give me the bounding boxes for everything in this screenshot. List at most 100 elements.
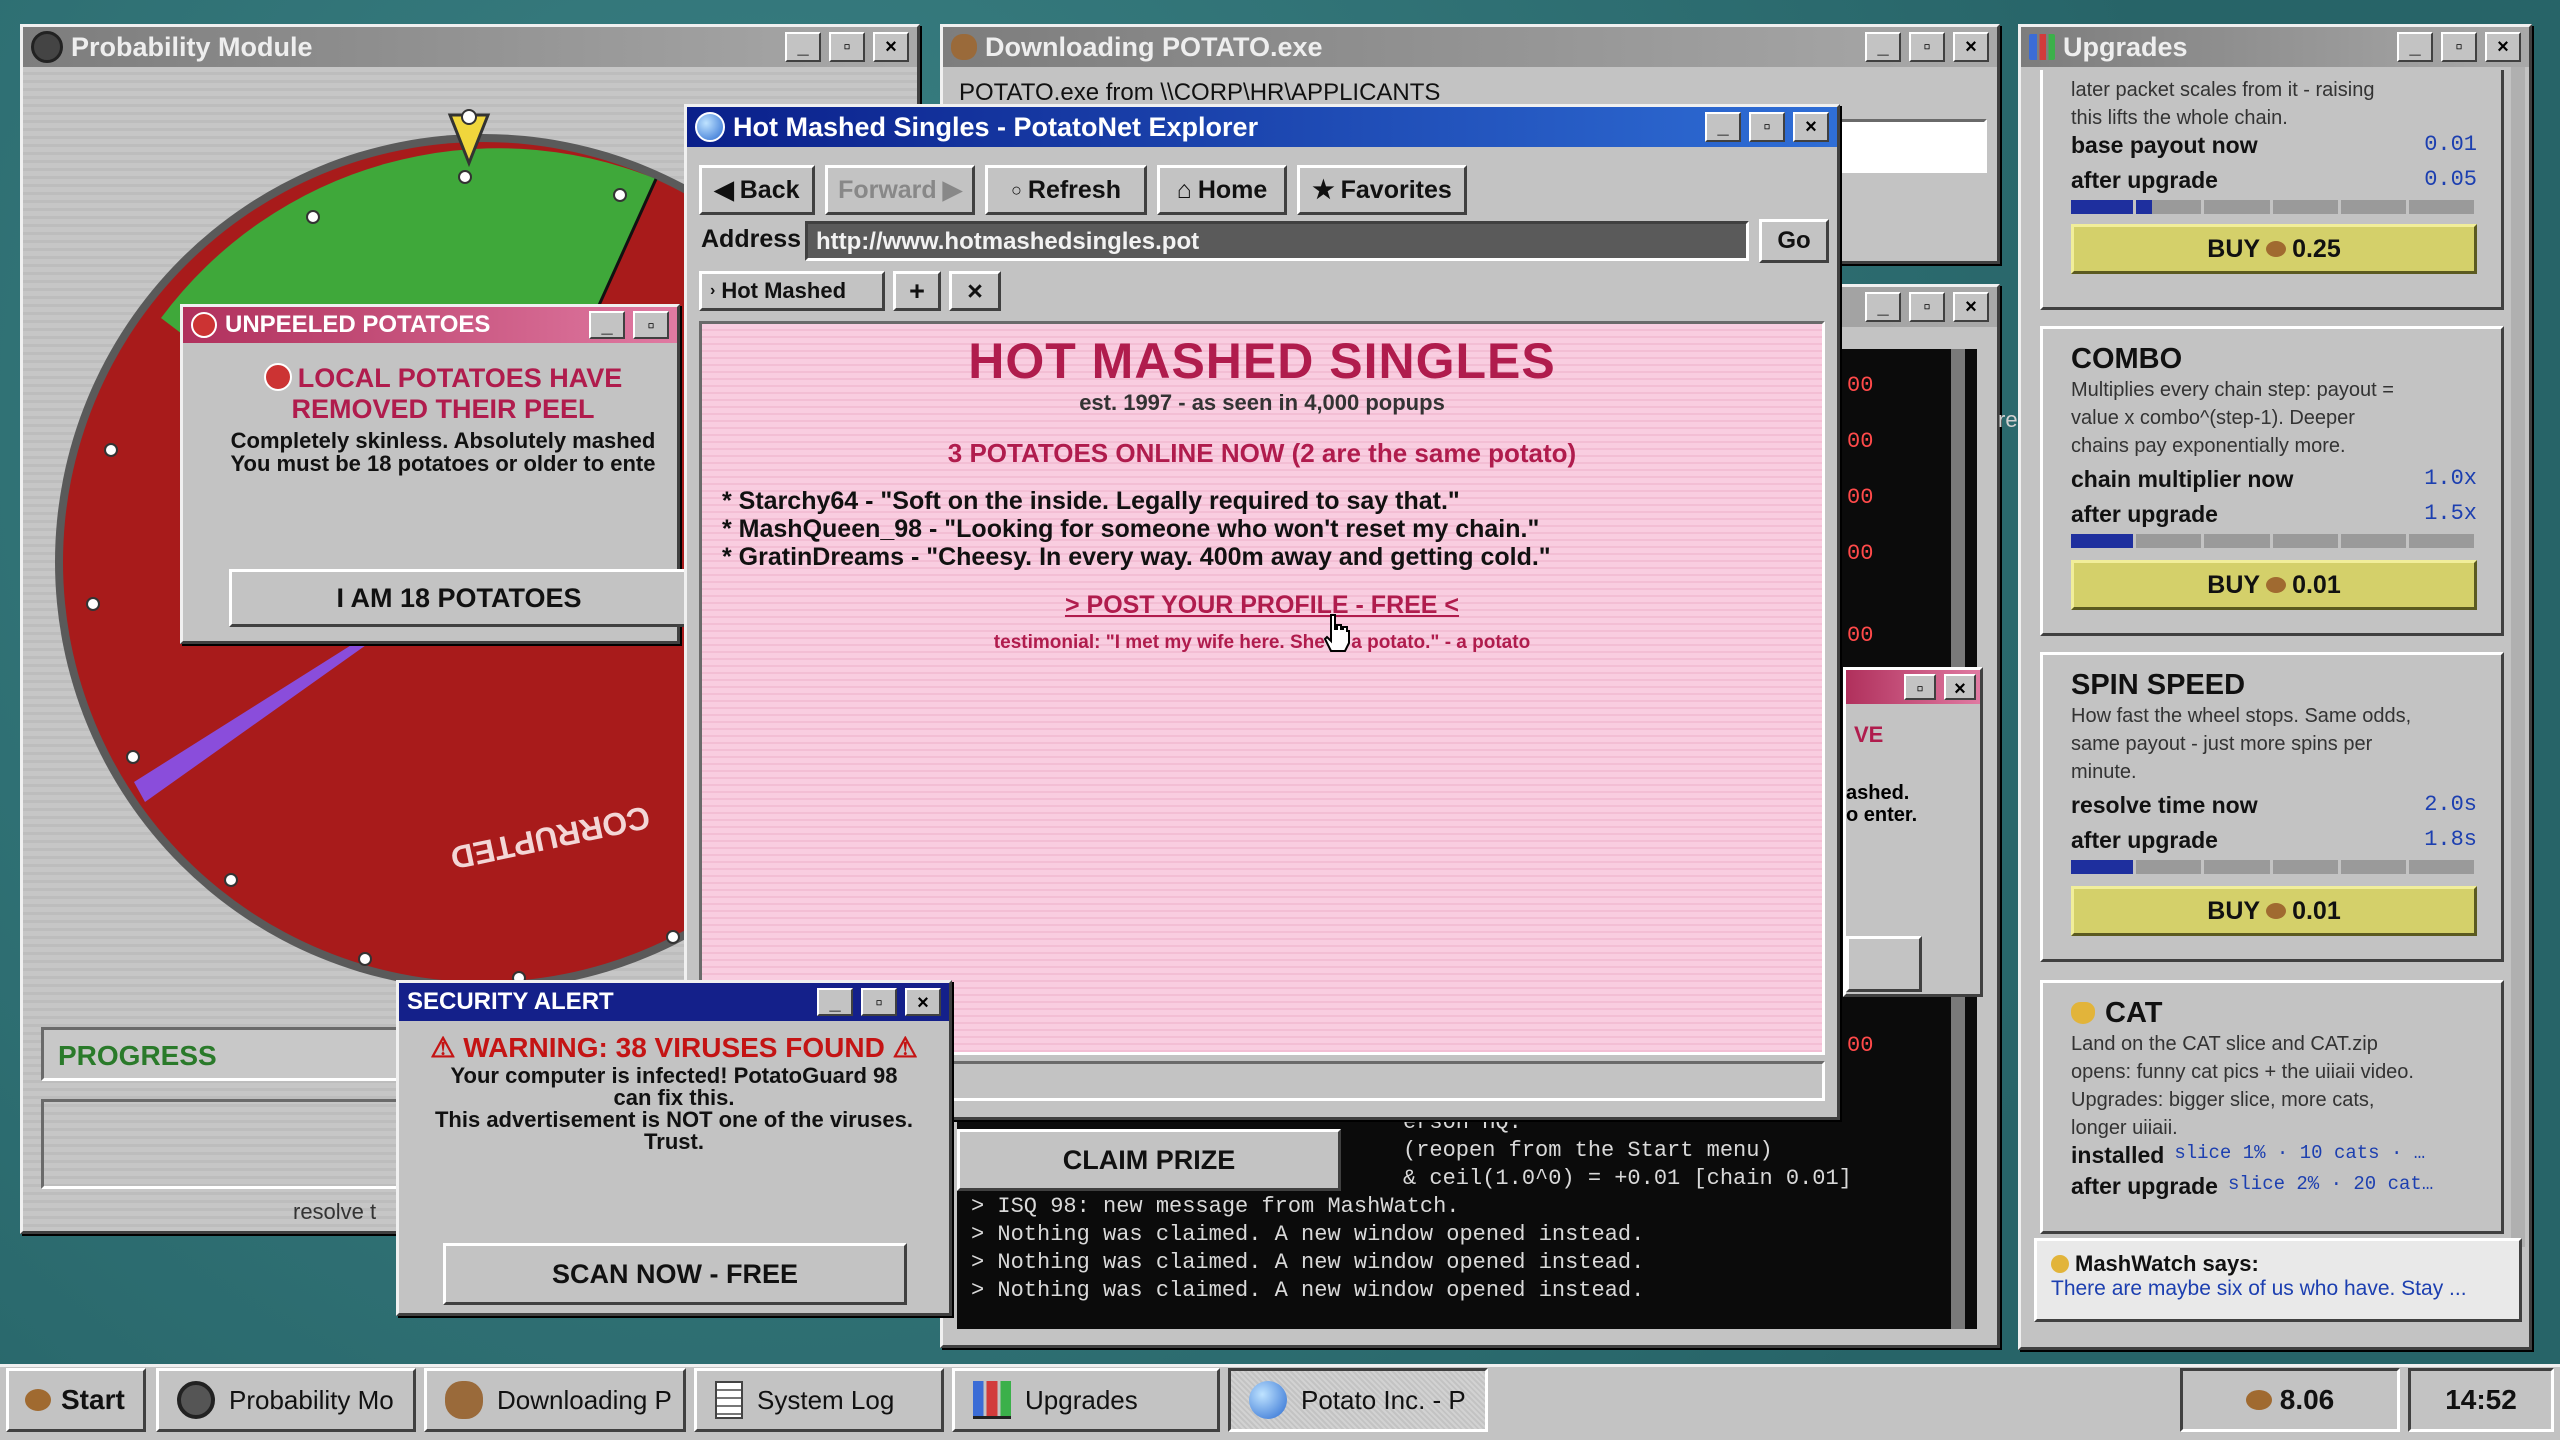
stat-value: 1.8s <box>2424 827 2477 852</box>
minimize-button[interactable]: _ <box>785 32 821 62</box>
back-button[interactable]: ◀ Back <box>699 165 815 215</box>
taskbar-item-probability[interactable]: Probability Mo <box>156 1368 416 1432</box>
background-popup: ▫ × VE ashed. o enter. <box>1843 667 1983 997</box>
upgrades-titlebar[interactable]: Upgrades _ ▫ × <box>2021 27 2529 67</box>
taskbar-item-label: Probability Mo <box>229 1384 394 1415</box>
buy-button[interactable]: BUY 0.01 <box>2071 886 2477 936</box>
taskbar-item-downloading[interactable]: Downloading P <box>424 1368 686 1432</box>
favorites-label: Favorites <box>1340 175 1452 204</box>
minimize-button[interactable]: _ <box>817 988 853 1016</box>
unpeeled-body-2: You must be 18 potatoes or older to ente <box>230 451 656 476</box>
minimize-button[interactable]: _ <box>2397 32 2433 62</box>
hand-cursor-icon <box>1323 614 1350 652</box>
new-tab-button[interactable]: + <box>893 271 941 311</box>
upgrade-desc-line: later packet scales from it - raising <box>2071 79 2375 101</box>
maximize-button[interactable]: ▫ <box>1749 112 1785 142</box>
profile-item: * MashQueen_98 - "Looking for someone wh… <box>722 515 1540 543</box>
log-value: 00 <box>1847 485 1874 510</box>
profile-list: * Starchy64 - "Soft on the inside. Legal… <box>702 487 1822 571</box>
maximize-button[interactable]: ▫ <box>861 988 897 1016</box>
log-lines: erson HQ. (reopen from the Start menu) &… <box>957 1109 1947 1305</box>
close-button[interactable]: × <box>1944 674 1976 700</box>
unpeeled-title: UNPEELED POTATOES <box>225 311 491 338</box>
maximize-button[interactable]: ▫ <box>829 32 865 62</box>
upgrade-card-combo: COMBO Multiplies every chain step: payou… <box>2040 326 2504 636</box>
home-button[interactable]: ⌂ Home <box>1157 165 1287 215</box>
start-button[interactable]: Start <box>6 1368 146 1432</box>
refresh-button[interactable]: ○ Refresh <box>985 165 1147 215</box>
browser-page: HOT MASHED SINGLES est. 1997 - as seen i… <box>699 321 1825 1055</box>
background-popup-button[interactable] <box>1846 936 1922 992</box>
downloading-titlebar[interactable]: Downloading POTATO.exe _ ▫ × <box>943 27 1997 67</box>
buy-label: BUY <box>2207 570 2261 599</box>
downloading-title: Downloading POTATO.exe <box>985 31 1323 62</box>
unpeeled-potatoes-popup: UNPEELED POTATOES _ ▫ LOCAL POTATOES HAV… <box>180 304 689 644</box>
go-button[interactable]: Go <box>1759 219 1829 263</box>
close-button[interactable]: × <box>873 32 909 62</box>
minimize-button[interactable]: _ <box>1865 32 1901 62</box>
tab-hot-mashed[interactable]: › Hot Mashed <box>699 271 885 311</box>
upgrade-name: CAT <box>2105 997 2163 1029</box>
minimize-button[interactable]: _ <box>1705 112 1741 142</box>
star-icon: ★ <box>1312 176 1335 204</box>
close-button[interactable]: × <box>905 988 941 1016</box>
start-label: Start <box>61 1384 125 1415</box>
upgrade-card-base-payout: later packet scales from it - raising th… <box>2040 70 2504 310</box>
i-am-18-potatoes-button[interactable]: I AM 18 POTATOES <box>229 569 689 627</box>
post-profile-link[interactable]: > POST YOUR PROFILE - FREE < <box>702 591 1822 620</box>
close-button[interactable]: × <box>1793 112 1829 142</box>
close-button[interactable]: × <box>1953 292 1989 322</box>
level-bar-divider <box>2207 200 2273 214</box>
taskbar-item-potato-inc[interactable]: Potato Inc. - P <box>1228 1368 1488 1432</box>
probability-module-titlebar[interactable]: Probability Module _ ▫ × <box>23 27 917 67</box>
favorites-button[interactable]: ★ Favorites <box>1297 165 1467 215</box>
upgrade-level-bar <box>2071 860 2478 874</box>
upgrades-scrollbar[interactable] <box>2511 67 2525 1247</box>
level-bar-divider <box>2139 534 2205 548</box>
minimize-button[interactable]: _ <box>589 311 625 339</box>
edge-text-fragment: re <box>1998 407 2018 432</box>
refresh-label: Refresh <box>1027 175 1121 204</box>
security-body-line: Trust. <box>644 1129 704 1154</box>
taskbar-item-system-log[interactable]: System Log <box>694 1368 944 1432</box>
buy-button[interactable]: BUY 0.01 <box>2071 560 2477 610</box>
taskbar-item-upgrades[interactable]: Upgrades <box>952 1368 1220 1432</box>
maximize-button[interactable]: ▫ <box>1904 674 1936 700</box>
unpeeled-headline: LOCAL POTATOES HAVE REMOVED THEIR PEEL <box>183 363 703 425</box>
maximize-button[interactable]: ▫ <box>633 311 669 339</box>
buy-label: BUY <box>2207 234 2261 263</box>
address-label: Address <box>701 225 802 253</box>
stat-label: chain multiplier now <box>2071 466 2294 492</box>
mashwatch-panel[interactable]: MashWatch says: There are maybe six of u… <box>2034 1238 2522 1322</box>
close-button[interactable]: × <box>1953 32 1989 62</box>
forward-button[interactable]: Forward ▶ <box>825 165 975 215</box>
gear-icon <box>177 1381 215 1419</box>
log-value: 00 <box>1847 429 1874 454</box>
maximize-button[interactable]: ▫ <box>2441 32 2477 62</box>
buy-button[interactable]: BUY 0.25 <box>2071 224 2477 274</box>
mashwatch-title: MashWatch says: <box>2075 1251 2259 1276</box>
maximize-button[interactable]: ▫ <box>1909 32 1945 62</box>
buy-label: BUY <box>2207 896 2261 925</box>
level-bar-divider <box>2276 860 2341 874</box>
maximize-button[interactable]: ▫ <box>1909 292 1945 322</box>
stat-label: after upgrade <box>2071 501 2218 527</box>
potato-icon <box>25 1389 51 1411</box>
buy-price: 0.25 <box>2292 234 2341 263</box>
security-alert-titlebar[interactable]: SECURITY ALERT _ ▫ × <box>399 983 949 1021</box>
address-field[interactable]: http://www.hotmashedsingles.pot <box>805 221 1749 261</box>
level-bar-divider <box>2071 200 2137 214</box>
gear-icon <box>31 31 63 63</box>
browser-titlebar[interactable]: Hot Mashed Singles - PotatoNet Explorer … <box>687 107 1837 147</box>
close-tab-button[interactable]: × <box>949 271 1001 311</box>
potato-icon <box>445 1381 483 1419</box>
close-button[interactable]: × <box>2485 32 2521 62</box>
security-alert-window: SECURITY ALERT _ ▫ × ⚠ WARNING: 38 VIRUS… <box>396 980 952 1316</box>
background-popup-body-2: o enter. <box>1846 804 1918 826</box>
scan-now-button[interactable]: SCAN NOW - FREE <box>443 1243 907 1305</box>
upgrade-level-bar <box>2071 534 2478 548</box>
unpeeled-titlebar[interactable]: UNPEELED POTATOES _ ▫ <box>183 307 677 343</box>
minimize-button[interactable]: _ <box>1865 292 1901 322</box>
unpeeled-headline-2: REMOVED THEIR PEEL <box>291 394 595 424</box>
upgrade-desc-line: Multiplies every chain step: payout = <box>2071 379 2394 401</box>
